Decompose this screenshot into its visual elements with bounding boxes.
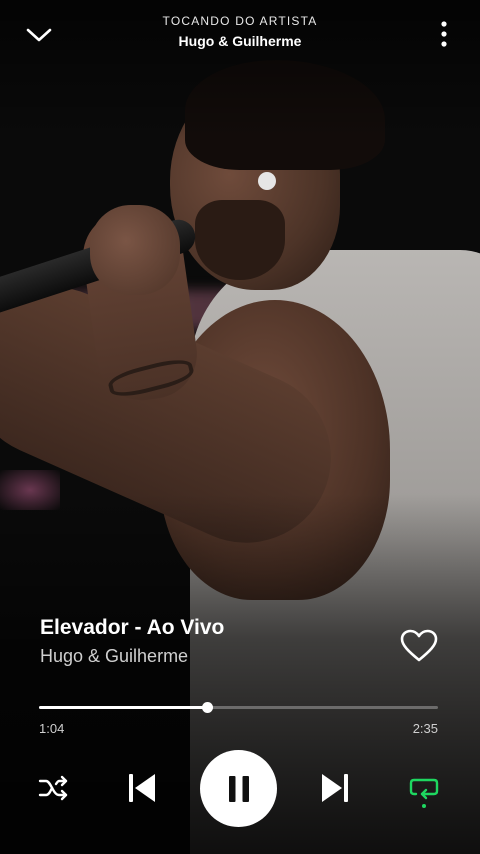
shuffle-icon bbox=[38, 775, 68, 801]
context-label: TOCANDO DO ARTISTA bbox=[162, 14, 318, 28]
progress-bar[interactable] bbox=[39, 702, 438, 713]
shuffle-button[interactable] bbox=[36, 770, 72, 806]
artist-video-background bbox=[0, 0, 480, 854]
heart-outline-icon bbox=[400, 629, 438, 662]
repeat-icon bbox=[409, 778, 439, 800]
play-pause-button[interactable] bbox=[200, 750, 277, 827]
playing-context[interactable]: TOCANDO DO ARTISTA Hugo & Guilherme bbox=[100, 14, 380, 49]
chevron-down-icon bbox=[26, 28, 52, 42]
track-info: Elevador - Ao Vivo Hugo & Guilherme bbox=[40, 616, 380, 667]
like-button[interactable] bbox=[398, 626, 440, 666]
more-options-button[interactable] bbox=[434, 20, 454, 48]
progress-fill bbox=[39, 706, 207, 709]
more-vertical-icon bbox=[441, 21, 447, 47]
repeat-button[interactable] bbox=[406, 770, 442, 808]
skip-next-icon bbox=[322, 774, 348, 802]
performer-hand bbox=[90, 205, 180, 295]
now-playing-screen: TOCANDO DO ARTISTA Hugo & Guilherme Elev… bbox=[0, 0, 480, 854]
elapsed-time: 1:04 bbox=[39, 721, 65, 736]
previous-button[interactable] bbox=[124, 769, 160, 807]
next-button[interactable] bbox=[317, 769, 353, 807]
total-time: 2:35 bbox=[412, 721, 438, 736]
context-artist-name: Hugo & Guilherme bbox=[178, 33, 302, 49]
track-title[interactable]: Elevador - Ao Vivo bbox=[40, 616, 380, 640]
track-artist[interactable]: Hugo & Guilherme bbox=[40, 646, 380, 667]
performer-earpiece bbox=[258, 172, 276, 190]
collapse-button[interactable] bbox=[22, 20, 56, 50]
repeat-active-indicator bbox=[422, 804, 426, 808]
progress-thumb[interactable] bbox=[201, 702, 213, 713]
performer-beard bbox=[195, 200, 285, 280]
playback-controls bbox=[0, 748, 480, 828]
pause-icon bbox=[228, 775, 249, 802]
player-header: TOCANDO DO ARTISTA Hugo & Guilherme bbox=[0, 0, 480, 70]
skip-previous-icon bbox=[129, 774, 155, 802]
